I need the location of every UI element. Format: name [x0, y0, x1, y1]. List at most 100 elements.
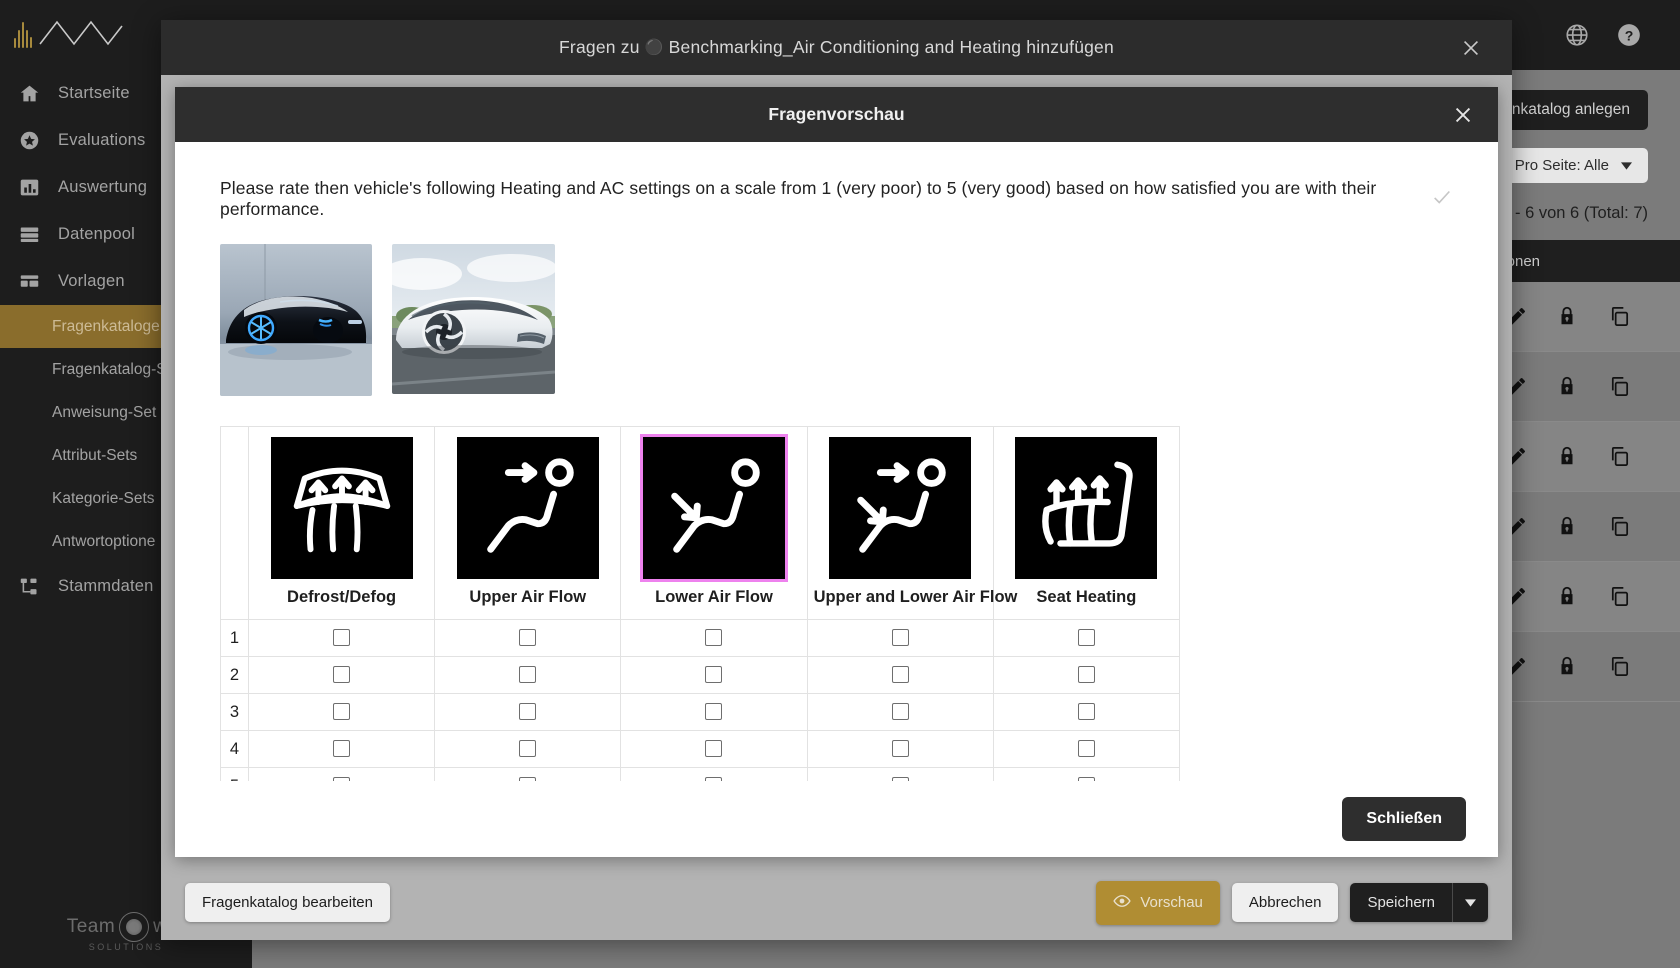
edit-catalog-button[interactable]: Fragenkatalog bearbeiten [185, 883, 390, 922]
copy-icon[interactable] [1608, 375, 1632, 399]
save-split-button[interactable]: Speichern [1350, 883, 1488, 922]
close-icon[interactable] [1456, 33, 1486, 63]
checkbox[interactable] [1077, 777, 1095, 781]
chevron-down-icon [1621, 157, 1632, 174]
checkbox[interactable] [705, 666, 723, 684]
question-text-row: Please rate then vehicle's following Hea… [220, 178, 1453, 220]
matrix-cell[interactable] [992, 730, 1181, 768]
lock-icon[interactable] [1556, 375, 1580, 399]
matrix-column-seat-heating[interactable]: Seat Heating [992, 426, 1181, 620]
checkbox[interactable] [519, 777, 537, 781]
matrix-cell[interactable] [806, 767, 994, 781]
matrix-cell[interactable] [434, 767, 622, 781]
matrix-cell[interactable] [992, 767, 1181, 781]
matrix-cell[interactable] [620, 693, 808, 731]
sidebar-subitem-label: Fragenkataloge [52, 317, 160, 335]
matrix-cell[interactable] [434, 693, 622, 731]
matrix-cell[interactable] [434, 730, 622, 768]
upper-and-lower-air-flow-icon[interactable] [829, 437, 972, 579]
matrix-column-upper-air-flow[interactable]: Upper Air Flow [434, 426, 622, 620]
matrix-cell[interactable] [434, 656, 622, 694]
checkbox[interactable] [1077, 629, 1095, 647]
matrix-cell[interactable] [992, 656, 1181, 694]
matrix-cell[interactable] [247, 619, 436, 657]
cancel-button[interactable]: Abbrechen [1231, 883, 1339, 922]
copy-icon[interactable] [1608, 305, 1632, 329]
dialog-title-prefix: Fragen zu [559, 37, 645, 57]
checkbox[interactable] [891, 703, 909, 721]
lock-icon[interactable] [1556, 655, 1580, 679]
matrix-cell[interactable] [806, 656, 994, 694]
per-page-select[interactable]: Pro Seite: Alle [1498, 148, 1648, 183]
checkbox[interactable] [519, 703, 537, 721]
lock-icon[interactable] [1556, 585, 1580, 609]
copy-icon[interactable] [1608, 655, 1632, 679]
defrost-defog-icon[interactable] [270, 437, 413, 579]
matrix-cell[interactable] [434, 619, 622, 657]
checkbox[interactable] [333, 703, 351, 721]
check-icon [1431, 186, 1453, 213]
checkbox[interactable] [333, 740, 351, 758]
preview-close-button[interactable]: Schließen [1342, 797, 1466, 841]
chevron-down-icon[interactable] [1452, 883, 1488, 922]
matrix-column-lower-air-flow[interactable]: Lower Air Flow [620, 426, 808, 620]
copy-icon[interactable] [1608, 585, 1632, 609]
checkbox[interactable] [519, 740, 537, 758]
matrix-cell[interactable] [247, 656, 436, 694]
matrix-row: 3 [220, 693, 1181, 731]
checkbox[interactable] [1077, 740, 1095, 758]
close-icon[interactable] [1448, 100, 1478, 130]
matrix-cell[interactable] [247, 693, 436, 731]
matrix-row-label: 1 [220, 619, 249, 657]
lock-icon[interactable] [1556, 445, 1580, 469]
waveform-logo-icon [14, 22, 32, 48]
save-button[interactable]: Speichern [1350, 883, 1452, 922]
matrix-cell[interactable] [247, 730, 436, 768]
matrix-cell[interactable] [806, 693, 994, 731]
lock-icon[interactable] [1556, 305, 1580, 329]
preview-body: Please rate then vehicle's following Hea… [175, 142, 1498, 781]
seat-heating-icon[interactable] [1015, 437, 1158, 579]
matrix-column-upper-and-lower-air-flow[interactable]: Upper and Lower Air Flow [806, 426, 1017, 620]
checkbox[interactable] [519, 666, 537, 684]
checkbox[interactable] [705, 777, 723, 781]
matrix-column-defrost-defog[interactable]: Defrost/Defog [247, 426, 436, 620]
upper-air-flow-icon[interactable] [456, 437, 599, 579]
checkbox[interactable] [519, 629, 537, 647]
preview-footer: Schließen [175, 781, 1498, 857]
checkbox[interactable] [891, 740, 909, 758]
matrix-row-label: 2 [220, 656, 249, 694]
matrix-row-label: 3 [220, 693, 249, 731]
matrix-cell[interactable] [620, 656, 808, 694]
lower-air-flow-icon[interactable] [639, 434, 788, 582]
checkbox[interactable] [705, 703, 723, 721]
matrix-cell[interactable] [806, 730, 994, 768]
matrix-cell[interactable] [620, 619, 808, 657]
checkbox[interactable] [1077, 703, 1095, 721]
copy-icon[interactable] [1608, 445, 1632, 469]
help-circle-icon[interactable]: ? [1616, 22, 1642, 48]
checkbox[interactable] [333, 777, 351, 781]
matrix-cell[interactable] [247, 767, 436, 781]
lock-icon[interactable] [1556, 515, 1580, 539]
globe-icon[interactable] [1564, 22, 1590, 48]
checkbox[interactable] [705, 740, 723, 758]
checkbox[interactable] [1077, 666, 1095, 684]
matrix-cell[interactable] [992, 619, 1181, 657]
matrix-cell[interactable] [620, 767, 808, 781]
checkbox[interactable] [333, 629, 351, 647]
matrix-cell[interactable] [992, 693, 1181, 731]
matrix-row-label: 5 [220, 767, 249, 781]
checkbox[interactable] [705, 629, 723, 647]
preview-button[interactable]: Vorschau [1096, 880, 1220, 925]
checkbox[interactable] [891, 777, 909, 781]
checkbox[interactable] [891, 629, 909, 647]
svg-text:?: ? [1625, 27, 1634, 43]
checkbox[interactable] [891, 666, 909, 684]
checkbox[interactable] [333, 666, 351, 684]
copy-icon[interactable] [1608, 515, 1632, 539]
matrix-cell[interactable] [620, 730, 808, 768]
database-icon [18, 224, 40, 246]
dialog-title-main: Benchmarking_Air Conditioning and Heatin… [663, 37, 1114, 57]
matrix-cell[interactable] [806, 619, 994, 657]
